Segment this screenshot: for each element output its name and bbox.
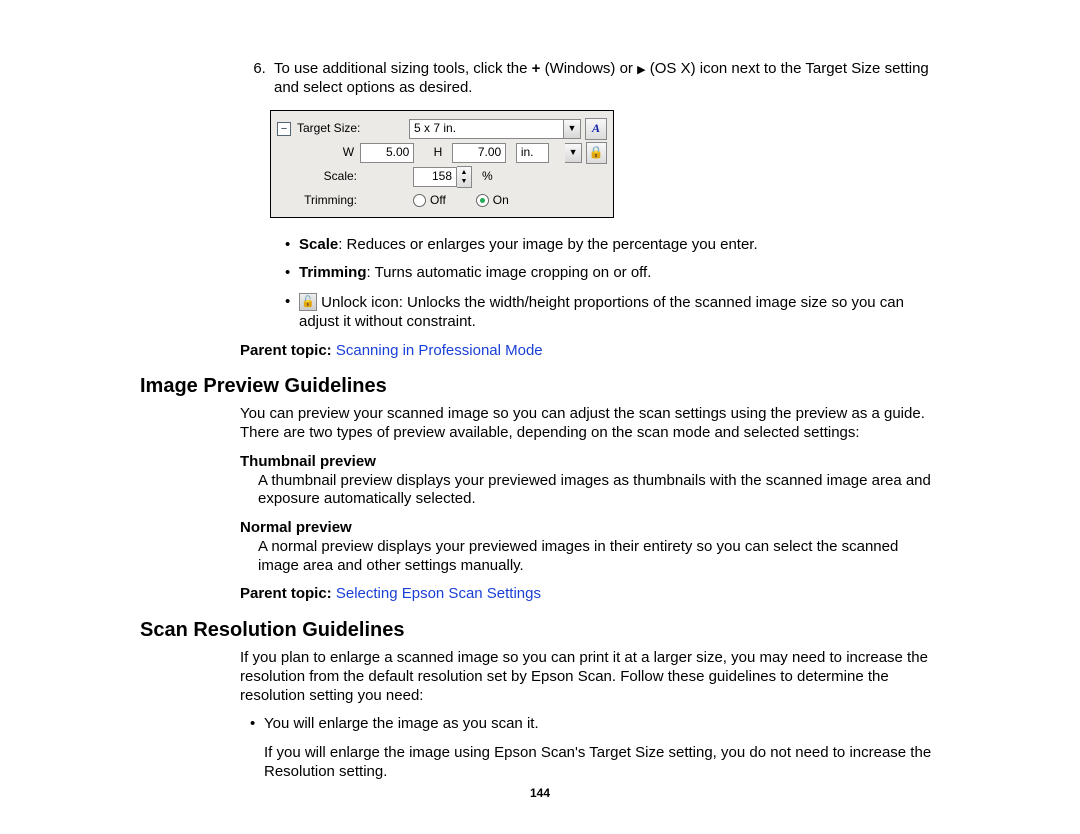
play-symbol: ▶ xyxy=(637,64,645,76)
scan-res-item-1: You will enlarge the image as you scan i… xyxy=(250,715,940,781)
document-page: To use additional sizing tools, click th… xyxy=(0,0,1080,782)
step-6-text-a: To use additional sizing tools, click th… xyxy=(274,60,532,77)
heading-scan-resolution: Scan Resolution Guidelines xyxy=(140,618,940,643)
h-value: 7.00 xyxy=(452,143,506,163)
parent-topic-2: Parent topic: Selecting Epson Scan Setti… xyxy=(240,585,940,604)
parent-topic-1: Parent topic: Scanning in Professional M… xyxy=(240,342,940,361)
w-label: W xyxy=(277,145,360,160)
bullet-unlock: 🔓 Unlock icon: Unlocks the width/height … xyxy=(285,293,940,332)
orientation-icon: A xyxy=(585,118,607,140)
scale-value: 158 xyxy=(413,167,457,187)
trimming-label: Trimming: xyxy=(277,193,363,208)
parent-link-1[interactable]: Scanning in Professional Mode xyxy=(336,342,543,359)
unit-combo: in. xyxy=(516,143,549,163)
target-size-label: Target Size: xyxy=(297,121,369,136)
page-number: 144 xyxy=(0,786,1080,801)
scale-label: Scale: xyxy=(277,169,363,184)
target-size-panel: − Target Size: 5 x 7 in.▼ A W 5.00 H 7.0… xyxy=(270,110,614,218)
heading-image-preview: Image Preview Guidelines xyxy=(140,374,940,399)
thumbnail-heading: Thumbnail preview xyxy=(240,453,940,472)
normal-heading: Normal preview xyxy=(240,519,940,538)
collapse-icon: − xyxy=(277,122,291,136)
step-list: To use additional sizing tools, click th… xyxy=(140,60,940,98)
unlock-icon: 🔓 xyxy=(299,293,317,311)
target-size-combo: 5 x 7 in. xyxy=(409,119,564,139)
step-6-text-b: (Windows) or xyxy=(540,60,637,77)
option-bullets: Scale: Reduces or enlarges your image by… xyxy=(140,236,940,332)
scan-res-item-1b: If you will enlarge the image using Epso… xyxy=(264,744,931,780)
trimming-on-radio: On xyxy=(476,193,509,208)
w-value: 5.00 xyxy=(360,143,414,163)
scan-res-intro: If you plan to enlarge a scanned image s… xyxy=(240,649,940,705)
scan-res-list: You will enlarge the image as you scan i… xyxy=(140,715,940,781)
chevron-down-icon: ▼ xyxy=(565,143,581,163)
spinner-icon: ▲▼ xyxy=(457,166,472,188)
scale-unit: % xyxy=(482,169,493,184)
thumbnail-body: A thumbnail preview displays your previe… xyxy=(258,472,940,510)
image-preview-intro: You can preview your scanned image so yo… xyxy=(240,405,940,443)
h-label: H xyxy=(434,145,443,160)
step-6: To use additional sizing tools, click th… xyxy=(270,60,940,98)
parent-link-2[interactable]: Selecting Epson Scan Settings xyxy=(336,585,541,602)
trimming-off-radio: Off xyxy=(413,193,446,208)
chevron-down-icon: ▼ xyxy=(564,119,581,139)
lock-icon: 🔒 xyxy=(586,142,607,164)
bullet-trimming: Trimming: Turns automatic image cropping… xyxy=(285,264,940,283)
bullet-scale: Scale: Reduces or enlarges your image by… xyxy=(285,236,940,255)
normal-body: A normal preview displays your previewed… xyxy=(258,538,940,576)
figure-container: − Target Size: 5 x 7 in.▼ A W 5.00 H 7.0… xyxy=(270,110,940,218)
